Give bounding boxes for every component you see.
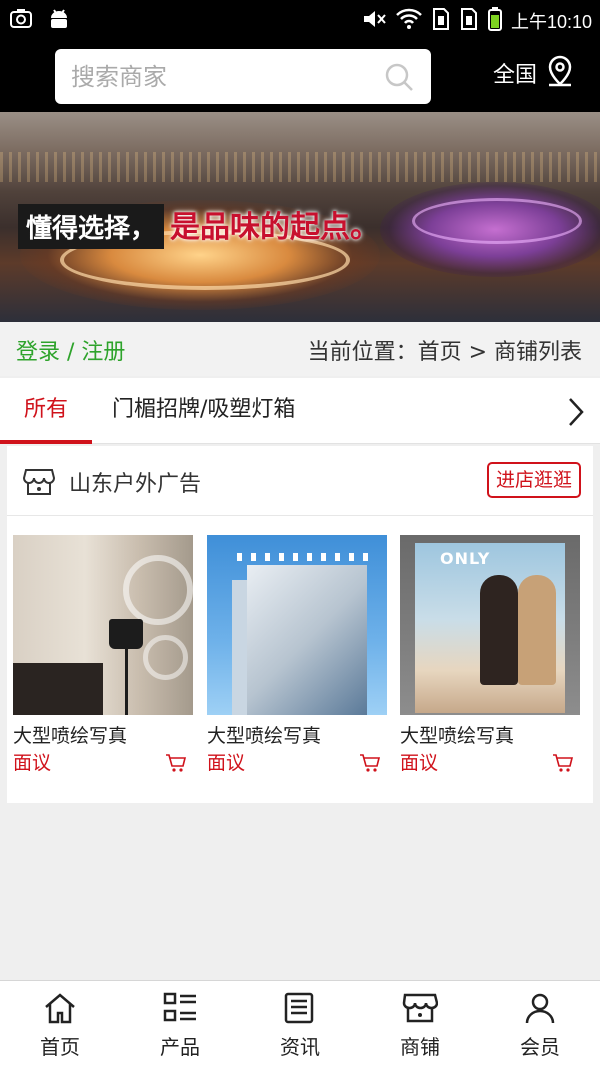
grid-list-icon (162, 991, 198, 1029)
location-pin-icon (545, 54, 575, 92)
nav-item-home[interactable]: 首页 (0, 981, 120, 1067)
login-register-link[interactable]: 登录 / 注册 (16, 334, 125, 366)
nav-label: 资讯 (280, 1035, 320, 1059)
nav-label: 商铺 (400, 1035, 440, 1059)
nav-label: 首页 (40, 1035, 80, 1059)
mute-icon (361, 6, 387, 36)
search-icon[interactable] (383, 61, 415, 97)
location-bar: 登录 / 注册 当前位置：首页 > 商铺列表 (0, 322, 600, 376)
nav-label: 会员 (520, 1035, 560, 1059)
shop-header: 山东户外广告 进店逛逛 (7, 446, 593, 516)
tab-all[interactable]: 所有 (0, 378, 92, 444)
product-title[interactable]: 大型喷绘写真 (400, 721, 514, 748)
home-icon (42, 991, 78, 1029)
chevron-right-icon[interactable] (566, 396, 586, 432)
product-price: 面议 (207, 752, 246, 774)
sim-card-icon (431, 6, 451, 36)
tab-signage[interactable]: 门楣招牌/吸塑灯箱 (112, 378, 295, 444)
news-icon (282, 991, 318, 1029)
header: 全国 (0, 42, 600, 112)
status-left (8, 6, 72, 36)
banner-cityscape (0, 152, 600, 182)
nav-item-products[interactable]: 产品 (120, 981, 240, 1067)
cart-icon[interactable] (359, 753, 381, 777)
product-image[interactable]: ONLY (400, 535, 580, 715)
store-icon (402, 991, 439, 1029)
nav-item-stores[interactable]: 商铺 (360, 981, 480, 1067)
product-price: 面议 (400, 752, 439, 774)
region-selector[interactable]: 全国 (493, 54, 575, 92)
cart-icon[interactable] (552, 753, 574, 777)
wifi-icon (395, 6, 423, 36)
clock: 上午10:10 (510, 12, 592, 32)
status-bar: 上午10:10 (0, 0, 600, 42)
breadcrumb: 当前位置：首页 > 商铺列表 (307, 340, 582, 365)
stadium-ring (412, 198, 582, 244)
banner-slogan-left: 懂得选择， (18, 204, 165, 249)
category-tabs: 所有 门楣招牌/吸塑灯箱 (0, 378, 600, 444)
user-icon (522, 991, 558, 1029)
nav-label: 产品 (160, 1035, 200, 1059)
product-card[interactable]: 大型喷绘写真 面议 (207, 535, 387, 775)
search-input[interactable] (71, 49, 371, 104)
product-image[interactable] (13, 535, 193, 715)
status-right: 上午10:10 (361, 6, 592, 36)
sim-card-icon (459, 6, 479, 36)
android-icon (46, 6, 72, 36)
nav-item-member[interactable]: 会员 (480, 981, 600, 1067)
product-image[interactable] (207, 535, 387, 715)
shop-card: 山东户外广告 进店逛逛 大型喷绘写真 面议 大型喷绘写真 面议 ONLY 大型喷… (7, 446, 593, 803)
region-label: 全国 (493, 63, 538, 88)
nav-item-news[interactable]: 资讯 (240, 981, 360, 1067)
product-card[interactable]: 大型喷绘写真 面议 (13, 535, 193, 775)
screenshot-icon (8, 6, 34, 36)
product-title[interactable]: 大型喷绘写真 (207, 721, 321, 748)
search-box[interactable] (55, 49, 431, 104)
product-image-brand-text: ONLY (440, 549, 491, 568)
shop-name[interactable]: 山东户外广告 (69, 466, 201, 498)
enter-shop-button[interactable]: 进店逛逛 (486, 462, 581, 498)
bottom-nav: 首页 产品 资讯 商铺 会员 (0, 980, 600, 1067)
product-price: 面议 (13, 752, 52, 774)
cart-icon[interactable] (165, 753, 187, 777)
product-card[interactable]: ONLY 大型喷绘写真 面议 (400, 535, 580, 775)
product-title[interactable]: 大型喷绘写真 (13, 721, 127, 748)
promo-banner[interactable]: 懂得选择， 是品味的起点。 (0, 112, 600, 322)
store-icon (22, 466, 56, 502)
banner-slogan-right: 是品味的起点。 (170, 210, 380, 245)
battery-icon (487, 6, 503, 36)
